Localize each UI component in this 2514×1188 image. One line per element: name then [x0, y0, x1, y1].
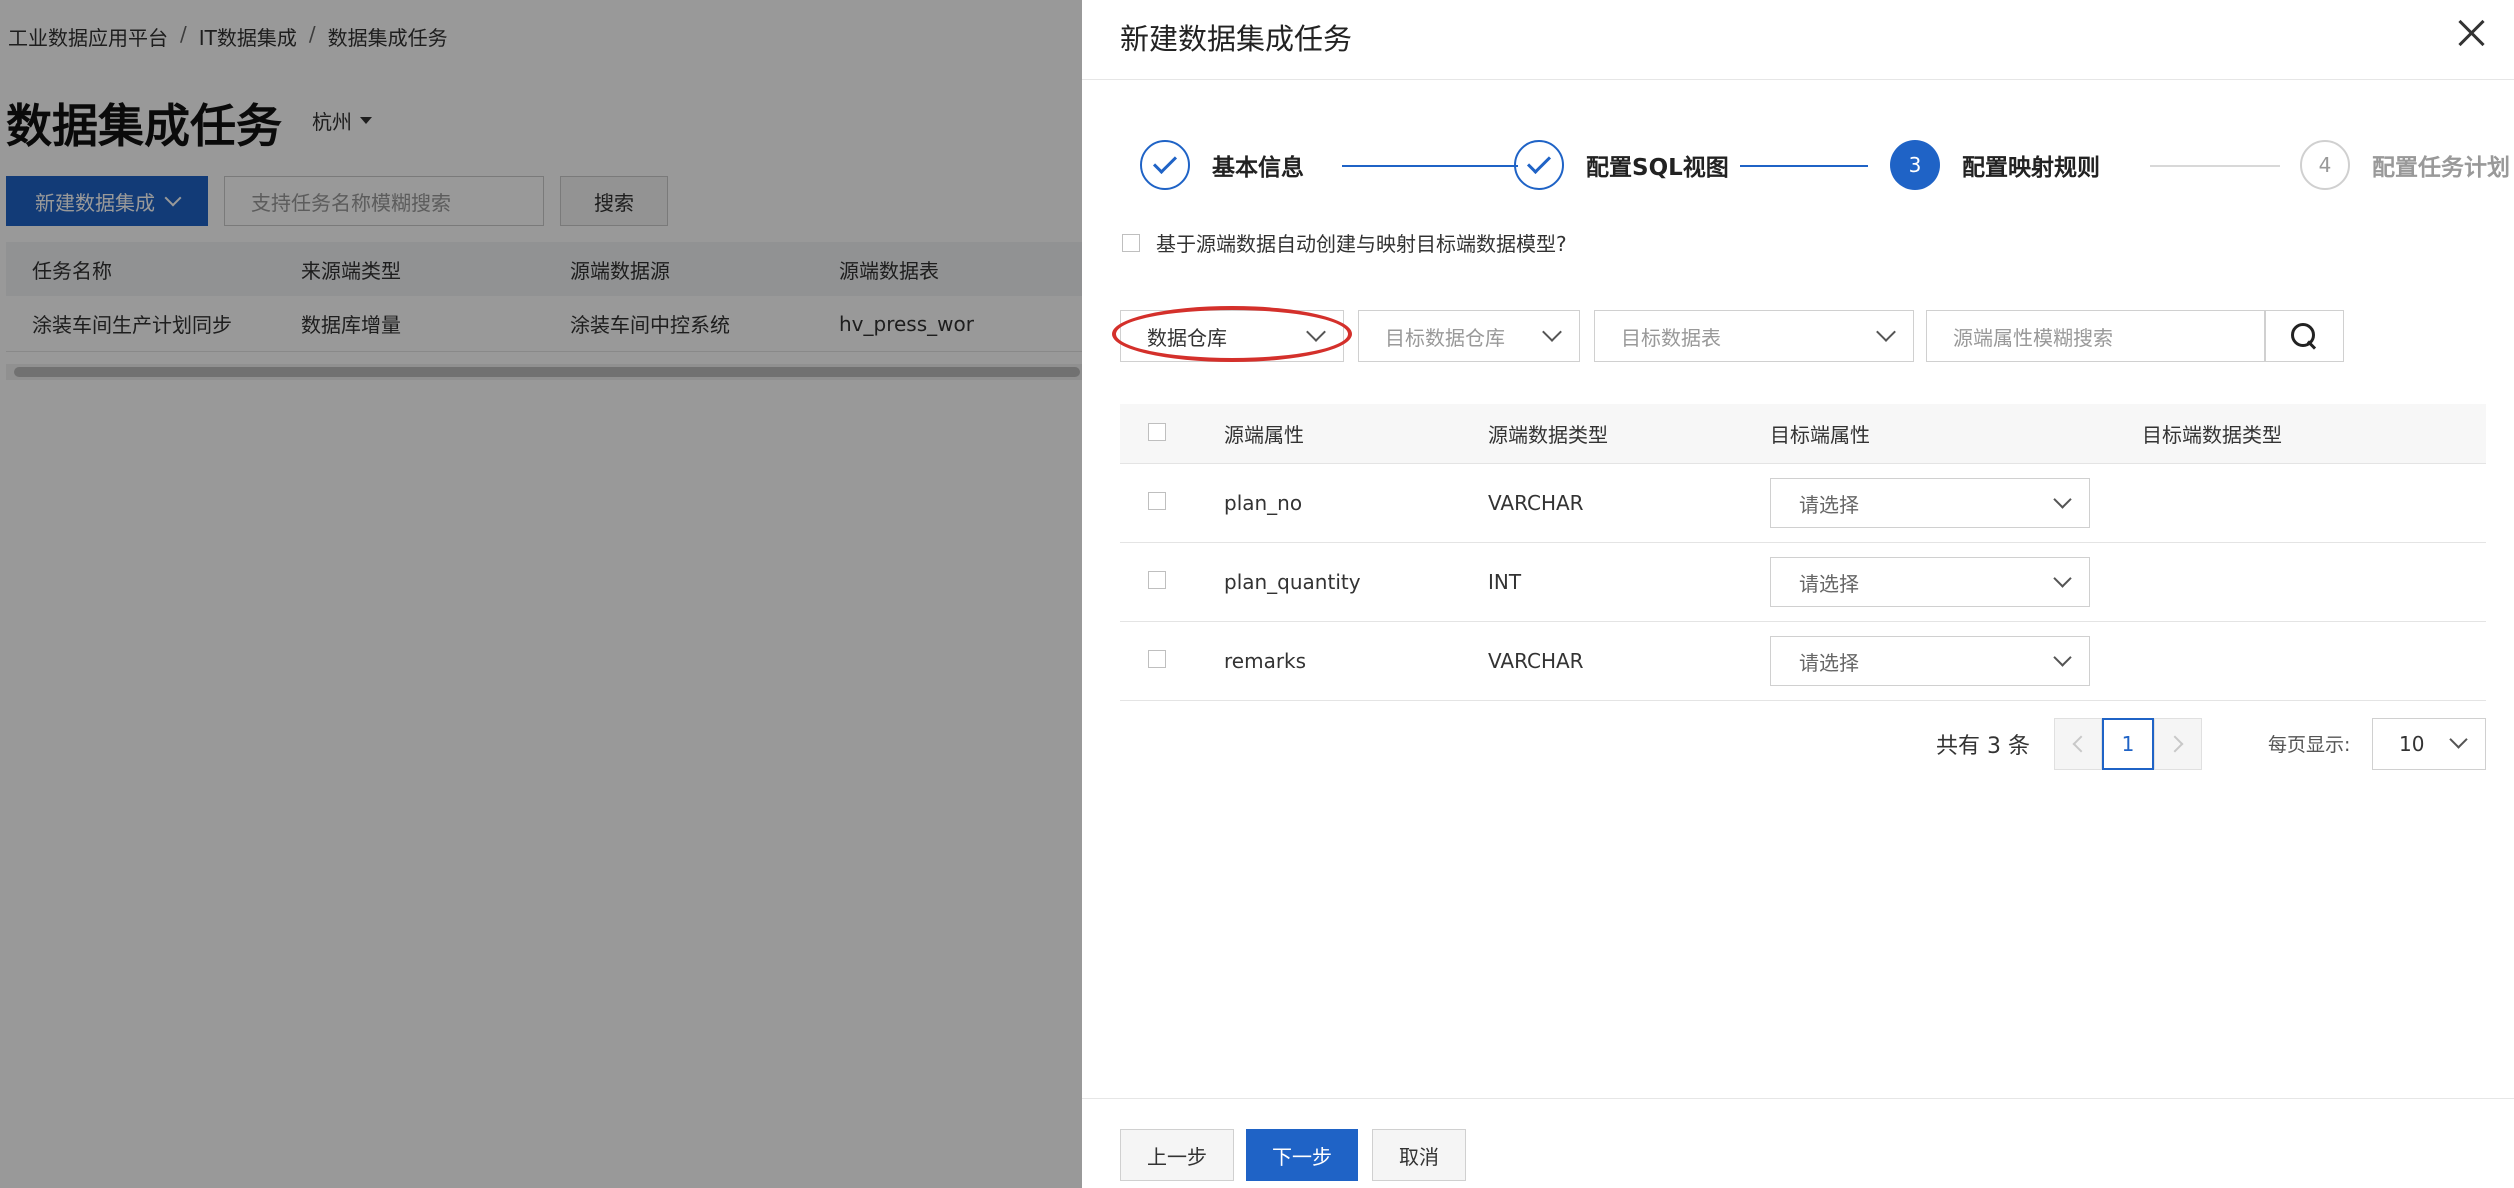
prev-step-button[interactable]: 上一步 — [1120, 1129, 1234, 1181]
table-row: plan_no VARCHAR 请选择 — [1120, 464, 2486, 543]
step-done-circle — [1140, 140, 1190, 190]
target-table-placeholder: 目标数据表 — [1621, 325, 1721, 350]
column-header: 源端数据类型 — [1488, 423, 1608, 447]
step-label: 配置任务计划 — [2372, 155, 2510, 181]
select-all-cell — [1120, 422, 1224, 446]
new-task-drawer: 新建数据集成任务 基本信息 配置SQL视图 3 配置映射规则 4 配置任务计划 … — [1082, 0, 2514, 1188]
chevron-right-icon — [2166, 735, 2184, 753]
prev-page-button[interactable] — [2054, 718, 2102, 770]
row-check-cell — [1120, 649, 1224, 673]
chevron-down-icon — [2053, 569, 2072, 588]
target-attr-value: 请选择 — [1799, 492, 1859, 517]
per-page-value: 10 — [2399, 732, 2425, 756]
source-attr-cell: remarks — [1224, 649, 1307, 673]
row-checkbox[interactable] — [1148, 650, 1166, 668]
search-icon — [2291, 323, 2317, 349]
auto-create-label: 基于源端数据自动创建与映射目标端数据模型? — [1156, 232, 1567, 256]
chevron-down-icon — [1542, 322, 1562, 342]
table-header: 源端属性 源端数据类型 目标端属性 目标端数据类型 — [1120, 404, 2486, 464]
target-attr-select[interactable]: 请选择 — [1770, 478, 2090, 528]
select-all-checkbox[interactable] — [1148, 422, 1166, 441]
chevron-down-icon — [1876, 322, 1896, 342]
modal-overlay[interactable] — [0, 0, 1082, 1188]
row-check-cell — [1120, 570, 1224, 594]
chevron-left-icon — [2072, 735, 2090, 753]
close-icon[interactable] — [2456, 18, 2486, 48]
target-attr-select[interactable]: 请选择 — [1770, 636, 2090, 686]
source-attr-cell: plan_no — [1224, 491, 1303, 515]
table-row: remarks VARCHAR 请选择 — [1120, 622, 2486, 701]
next-step-button[interactable]: 下一步 — [1246, 1129, 1358, 1181]
target-attr-cell: 请选择 — [1770, 636, 2142, 686]
step-todo-circle: 4 — [2300, 140, 2350, 190]
step-mapping-rules: 3 配置映射规则 — [1890, 140, 2100, 190]
chevron-down-icon — [2449, 730, 2468, 749]
source-type-cell: VARCHAR — [1488, 649, 1584, 673]
check-icon — [1526, 149, 1552, 175]
mapping-table: 源端属性 源端数据类型 目标端属性 目标端数据类型 plan_no VARCHA… — [1120, 404, 2486, 701]
target-table-select[interactable]: 目标数据表 — [1594, 310, 1914, 362]
step-done-circle — [1514, 140, 1564, 190]
target-attr-cell: 请选择 — [1770, 557, 2142, 607]
stepper: 基本信息 配置SQL视图 3 配置映射规则 4 配置任务计划 — [1140, 140, 2510, 196]
table-row: plan_quantity INT 请选择 — [1120, 543, 2486, 622]
step-basic-info: 基本信息 — [1140, 140, 1304, 190]
source-type-cell: INT — [1488, 570, 1522, 594]
drawer-header: 新建数据集成任务 — [1082, 0, 2514, 80]
column-header: 目标端数据类型 — [2142, 423, 2282, 447]
row-check-cell — [1120, 491, 1224, 515]
step-connector — [2150, 165, 2280, 167]
auto-create-checkbox[interactable] — [1122, 233, 1140, 252]
drawer-title: 新建数据集成任务 — [1120, 22, 1353, 56]
page-number-current[interactable]: 1 — [2102, 718, 2154, 770]
auto-create-option[interactable]: 基于源端数据自动创建与映射目标端数据模型? — [1122, 228, 1567, 257]
target-warehouse-select[interactable]: 目标数据仓库 — [1358, 310, 1580, 362]
step-sql-view: 配置SQL视图 — [1514, 140, 1729, 190]
chevron-down-icon — [2053, 648, 2072, 667]
source-attr-search-input[interactable]: 源端属性模糊搜索 — [1926, 310, 2266, 362]
cancel-button[interactable]: 取消 — [1372, 1129, 1466, 1181]
target-attr-select[interactable]: 请选择 — [1770, 557, 2090, 607]
step-label: 配置SQL视图 — [1586, 155, 1729, 181]
target-attr-value: 请选择 — [1799, 650, 1859, 675]
check-icon — [1152, 149, 1178, 175]
search-button[interactable] — [2264, 310, 2344, 362]
step-connector — [1342, 165, 1518, 167]
per-page-select[interactable]: 10 — [2372, 718, 2486, 770]
column-header: 源端属性 — [1224, 423, 1304, 447]
step-label: 基本信息 — [1212, 155, 1304, 181]
chevron-down-icon — [2053, 490, 2072, 509]
highlight-annotation — [1112, 306, 1352, 362]
target-attr-cell: 请选择 — [1770, 478, 2142, 528]
step-active-circle: 3 — [1890, 140, 1940, 190]
drawer-footer: 上一步 下一步 取消 — [1082, 1098, 2514, 1188]
step-connector — [1740, 165, 1868, 167]
row-checkbox[interactable] — [1148, 492, 1166, 510]
next-page-button[interactable] — [2154, 718, 2202, 770]
step-task-plan: 4 配置任务计划 — [2300, 140, 2510, 190]
target-attr-value: 请选择 — [1799, 571, 1859, 596]
column-header: 目标端属性 — [1770, 423, 1870, 447]
source-type-cell: VARCHAR — [1488, 491, 1584, 515]
row-checkbox[interactable] — [1148, 571, 1166, 589]
source-attr-cell: plan_quantity — [1224, 570, 1361, 594]
target-warehouse-placeholder: 目标数据仓库 — [1385, 325, 1505, 350]
per-page-label: 每页显示: — [2268, 734, 2351, 756]
step-label: 配置映射规则 — [1962, 155, 2100, 181]
total-count: 共有 3 条 — [1936, 734, 2030, 759]
